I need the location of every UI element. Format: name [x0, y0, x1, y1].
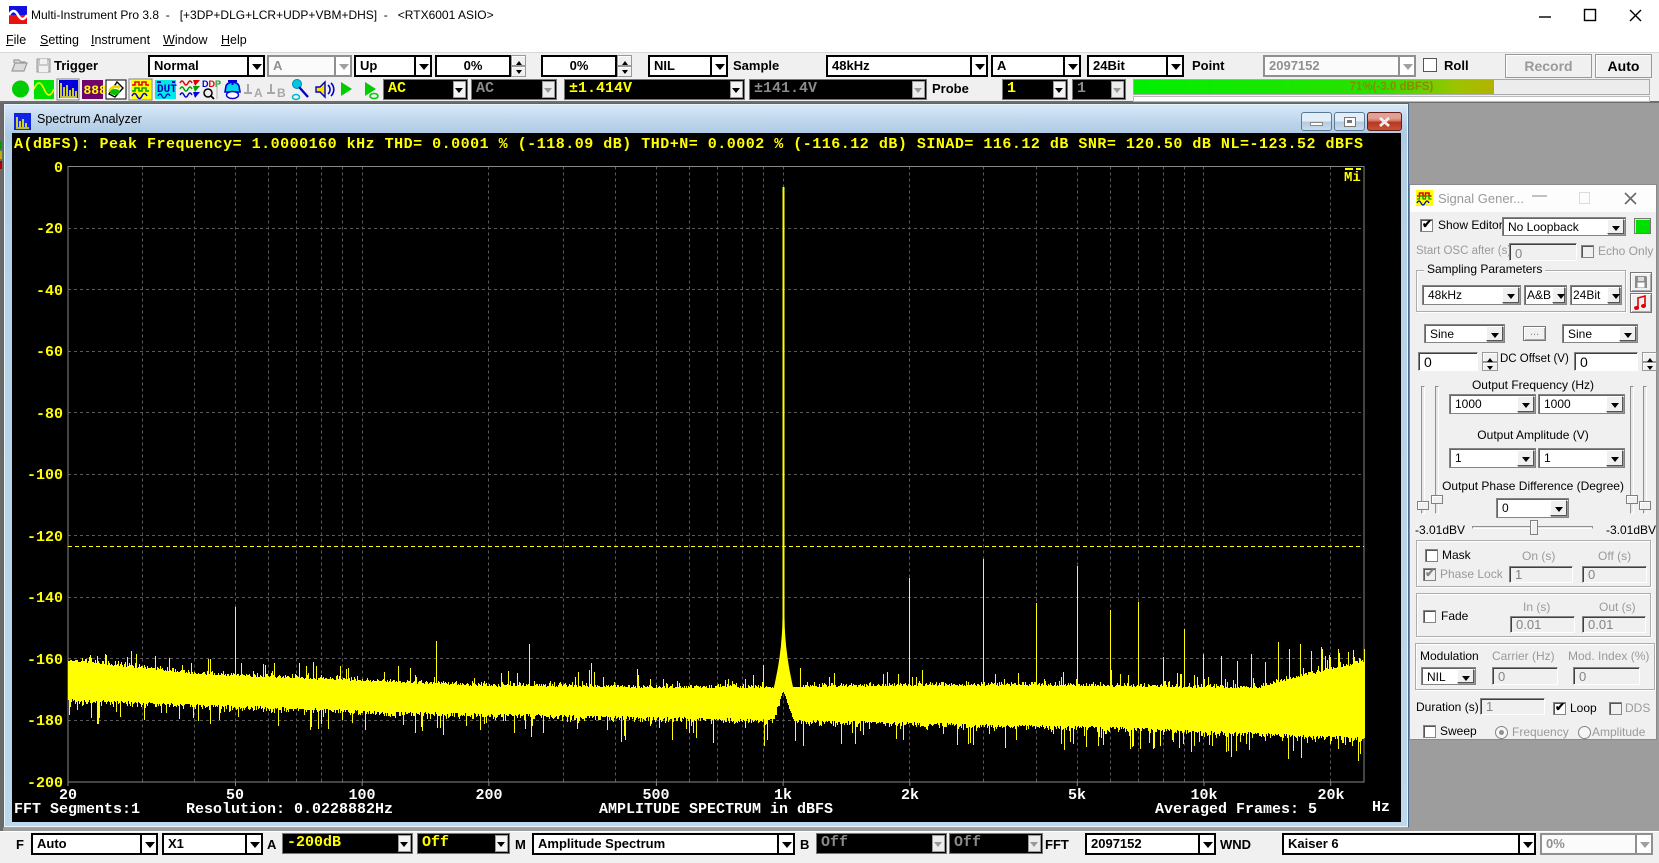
svg-text:20k: 20k [1317, 787, 1344, 804]
svg-text:FFT Segments:1: FFT Segments:1 [14, 801, 140, 818]
svg-text:A(dBFS): Peak Frequency= 1.00: A(dBFS): Peak Frequency= 1.0000160 kHz T… [14, 136, 1363, 153]
svg-text:-160: -160 [27, 652, 63, 669]
svg-text:Resolution: 0.0228882Hz: Resolution: 0.0228882Hz [186, 801, 393, 818]
svg-text:-20: -20 [36, 221, 63, 238]
svg-text:-40: -40 [36, 283, 63, 300]
svg-text:-140: -140 [27, 590, 63, 607]
svg-text:2k: 2k [901, 787, 919, 804]
svg-text:5k: 5k [1068, 787, 1086, 804]
svg-text:Mi: Mi [1344, 170, 1361, 186]
svg-text:-100: -100 [27, 467, 63, 484]
svg-text:-180: -180 [27, 713, 63, 730]
svg-text:AMPLITUDE SPECTRUM in dBFS: AMPLITUDE SPECTRUM in dBFS [599, 801, 833, 818]
svg-text:200: 200 [475, 787, 502, 804]
svg-text:-80: -80 [36, 406, 63, 423]
svg-text:Averaged Frames: 5: Averaged Frames: 5 [1155, 801, 1317, 818]
svg-text:0: 0 [54, 160, 63, 177]
svg-text:-200: -200 [27, 775, 63, 792]
svg-text:-60: -60 [36, 344, 63, 361]
svg-text:Hz: Hz [1372, 799, 1390, 816]
svg-text:-120: -120 [27, 529, 63, 546]
